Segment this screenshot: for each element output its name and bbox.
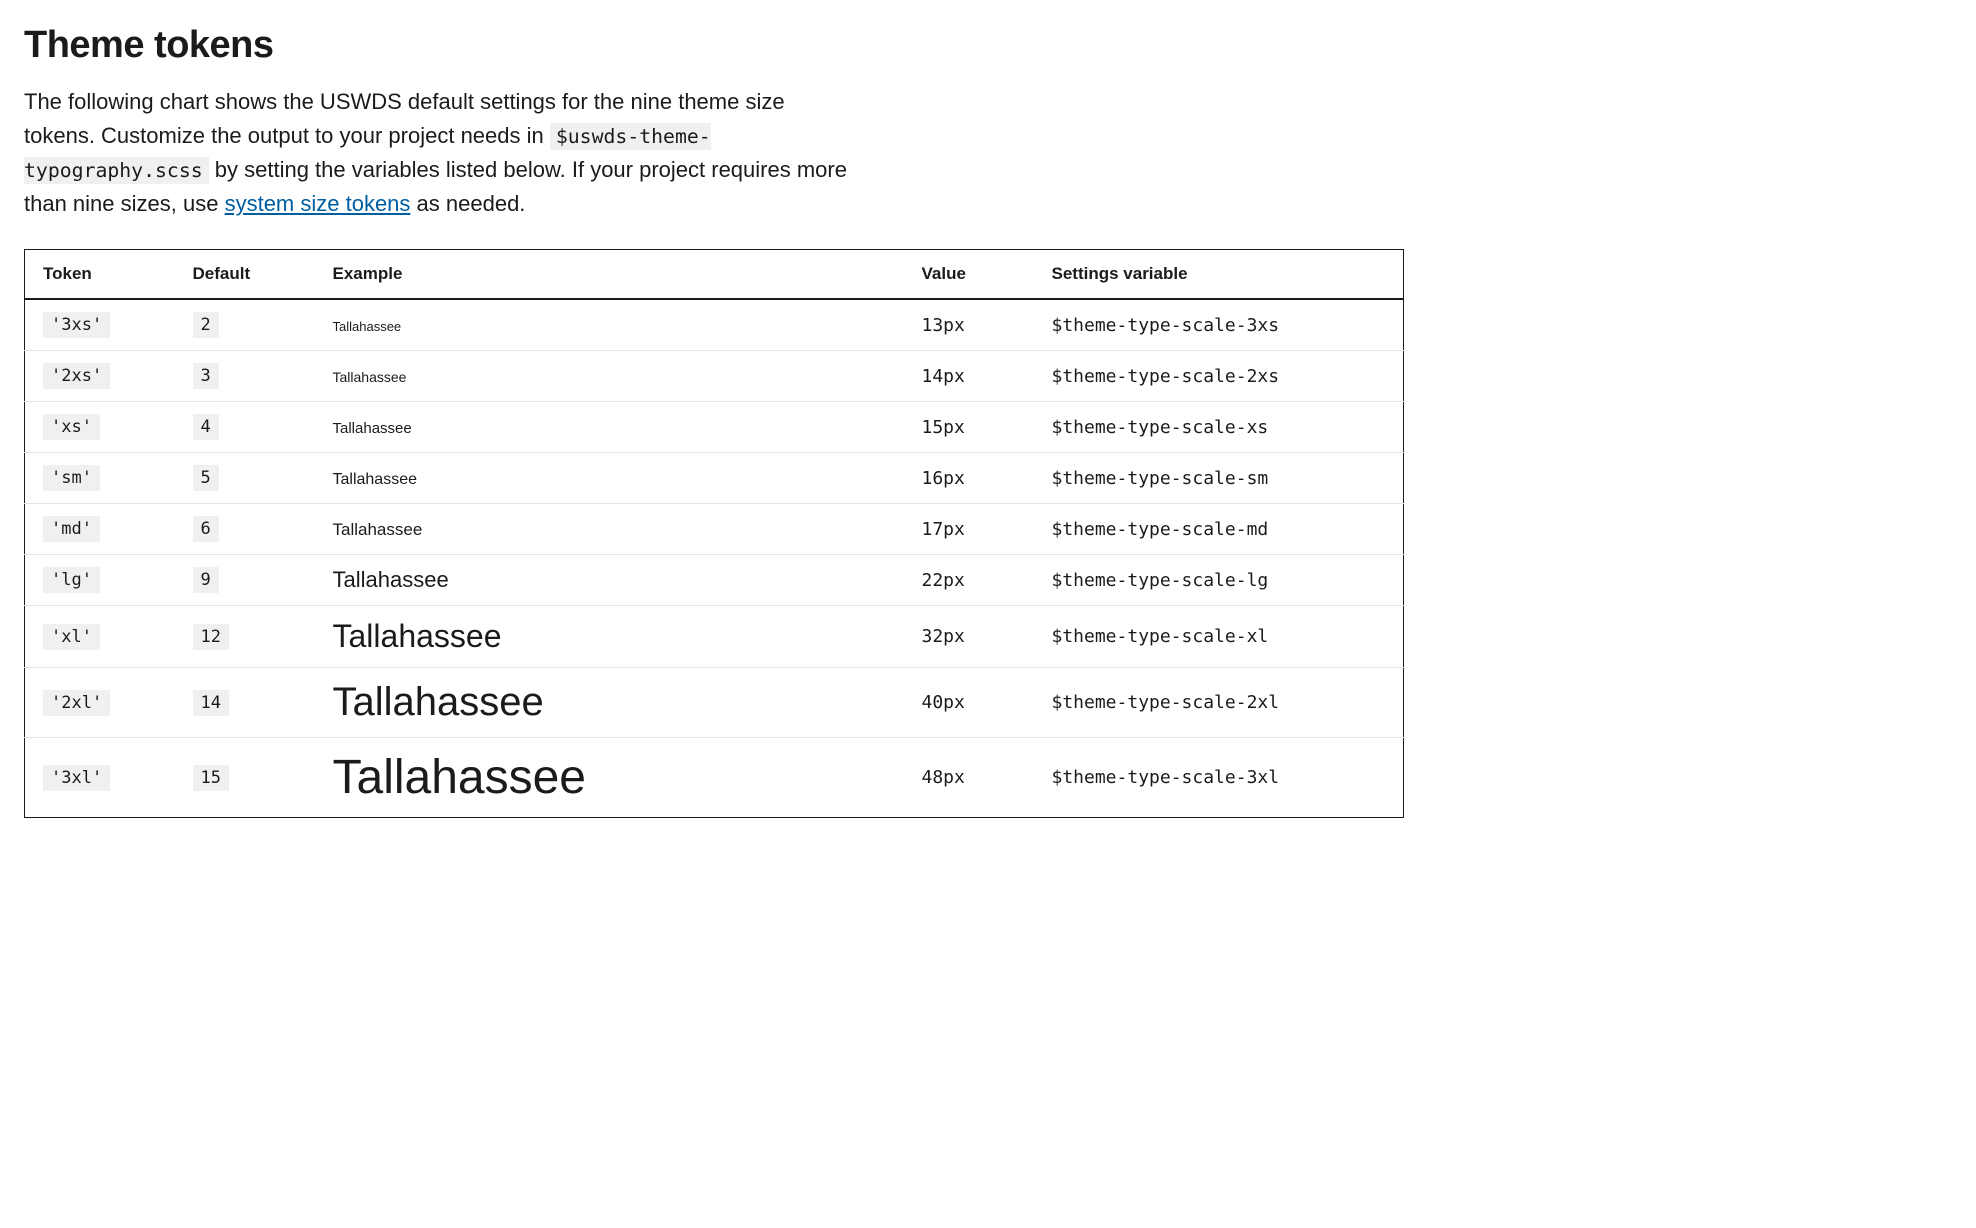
value-cell: 17px xyxy=(904,504,1034,555)
table-row: '3xs' 2 Tallahassee 13px$theme-type-scale-3… xyxy=(25,299,1404,351)
value-cell: 16px xyxy=(904,453,1034,504)
settings-variable-cell: $theme-type-scale-xl xyxy=(1034,606,1404,668)
value-cell: 32px xyxy=(904,606,1034,668)
settings-variable-cell: $theme-type-scale-sm xyxy=(1034,453,1404,504)
default-cell: 12 xyxy=(193,624,229,650)
token-cell: '3xs' xyxy=(43,312,110,338)
example-cell: Tallahassee xyxy=(333,520,423,539)
col-header-variable: Settings variable xyxy=(1034,250,1404,300)
settings-variable-cell: $theme-type-scale-2xl xyxy=(1034,668,1404,738)
settings-variable-cell: $theme-type-scale-xs xyxy=(1034,402,1404,453)
system-size-tokens-link[interactable]: system size tokens xyxy=(225,191,411,216)
table-row: 'xl' 12 Tallahassee 32px$theme-type-scale-x… xyxy=(25,606,1404,668)
default-cell: 15 xyxy=(193,765,229,791)
example-cell: Tallahassee xyxy=(333,680,544,724)
token-cell: 'sm' xyxy=(43,465,100,491)
table-row: 'lg' 9 Tallahassee 22px$theme-type-scale-lg xyxy=(25,555,1404,606)
value-cell: 15px xyxy=(904,402,1034,453)
value-cell: 48px xyxy=(904,738,1034,818)
default-cell: 4 xyxy=(193,414,219,440)
example-cell: Tallahassee xyxy=(333,567,449,592)
settings-variable-cell: $theme-type-scale-3xl xyxy=(1034,738,1404,818)
example-cell: Tallahassee xyxy=(333,471,418,488)
settings-variable-cell: $theme-type-scale-lg xyxy=(1034,555,1404,606)
token-cell: 'xs' xyxy=(43,414,100,440)
intro-paragraph: The following chart shows the USWDS defa… xyxy=(24,85,854,221)
default-cell: 2 xyxy=(193,312,219,338)
default-cell: 3 xyxy=(193,363,219,389)
token-cell: 'md' xyxy=(43,516,100,542)
col-header-example: Example xyxy=(315,250,904,300)
token-cell: '2xl' xyxy=(43,690,110,716)
example-cell: Tallahassee xyxy=(333,751,587,804)
example-cell: Tallahassee xyxy=(333,618,502,654)
default-cell: 5 xyxy=(193,465,219,491)
table-row: 'sm' 5 Tallahassee 16px$theme-type-scale-sm xyxy=(25,453,1404,504)
intro-text-3: as needed. xyxy=(417,191,526,216)
token-cell: 'lg' xyxy=(43,567,100,593)
col-header-value: Value xyxy=(904,250,1034,300)
table-row: 'xs' 4 Tallahassee 15px$theme-type-scale-xs xyxy=(25,402,1404,453)
settings-variable-cell: $theme-type-scale-3xs xyxy=(1034,299,1404,351)
value-cell: 22px xyxy=(904,555,1034,606)
default-cell: 9 xyxy=(193,567,219,593)
table-row: 'md' 6 Tallahassee 17px$theme-type-scale-md xyxy=(25,504,1404,555)
settings-variable-cell: $theme-type-scale-md xyxy=(1034,504,1404,555)
settings-variable-cell: $theme-type-scale-2xs xyxy=(1034,351,1404,402)
section-heading: Theme tokens xyxy=(24,24,1404,67)
table-header-row: Token Default Example Value Settings var… xyxy=(25,250,1404,300)
token-cell: '2xs' xyxy=(43,363,110,389)
table-row: '2xl' 14 Tallahassee 40px$theme-type-scale-… xyxy=(25,668,1404,738)
example-cell: Tallahassee xyxy=(333,319,402,334)
example-cell: Tallahassee xyxy=(333,369,407,385)
table-row: '2xs' 3 Tallahassee 14px$theme-type-scale-2… xyxy=(25,351,1404,402)
value-cell: 40px xyxy=(904,668,1034,738)
token-cell: '3xl' xyxy=(43,765,110,791)
default-cell: 6 xyxy=(193,516,219,542)
default-cell: 14 xyxy=(193,690,229,716)
token-cell: 'xl' xyxy=(43,624,100,650)
value-cell: 14px xyxy=(904,351,1034,402)
col-header-default: Default xyxy=(175,250,315,300)
theme-tokens-table: Token Default Example Value Settings var… xyxy=(24,249,1404,818)
col-header-token: Token xyxy=(25,250,175,300)
value-cell: 13px xyxy=(904,299,1034,351)
example-cell: Tallahassee xyxy=(333,420,412,437)
table-row: '3xl' 15 Tallahassee 48px$theme-type-scale-… xyxy=(25,738,1404,818)
